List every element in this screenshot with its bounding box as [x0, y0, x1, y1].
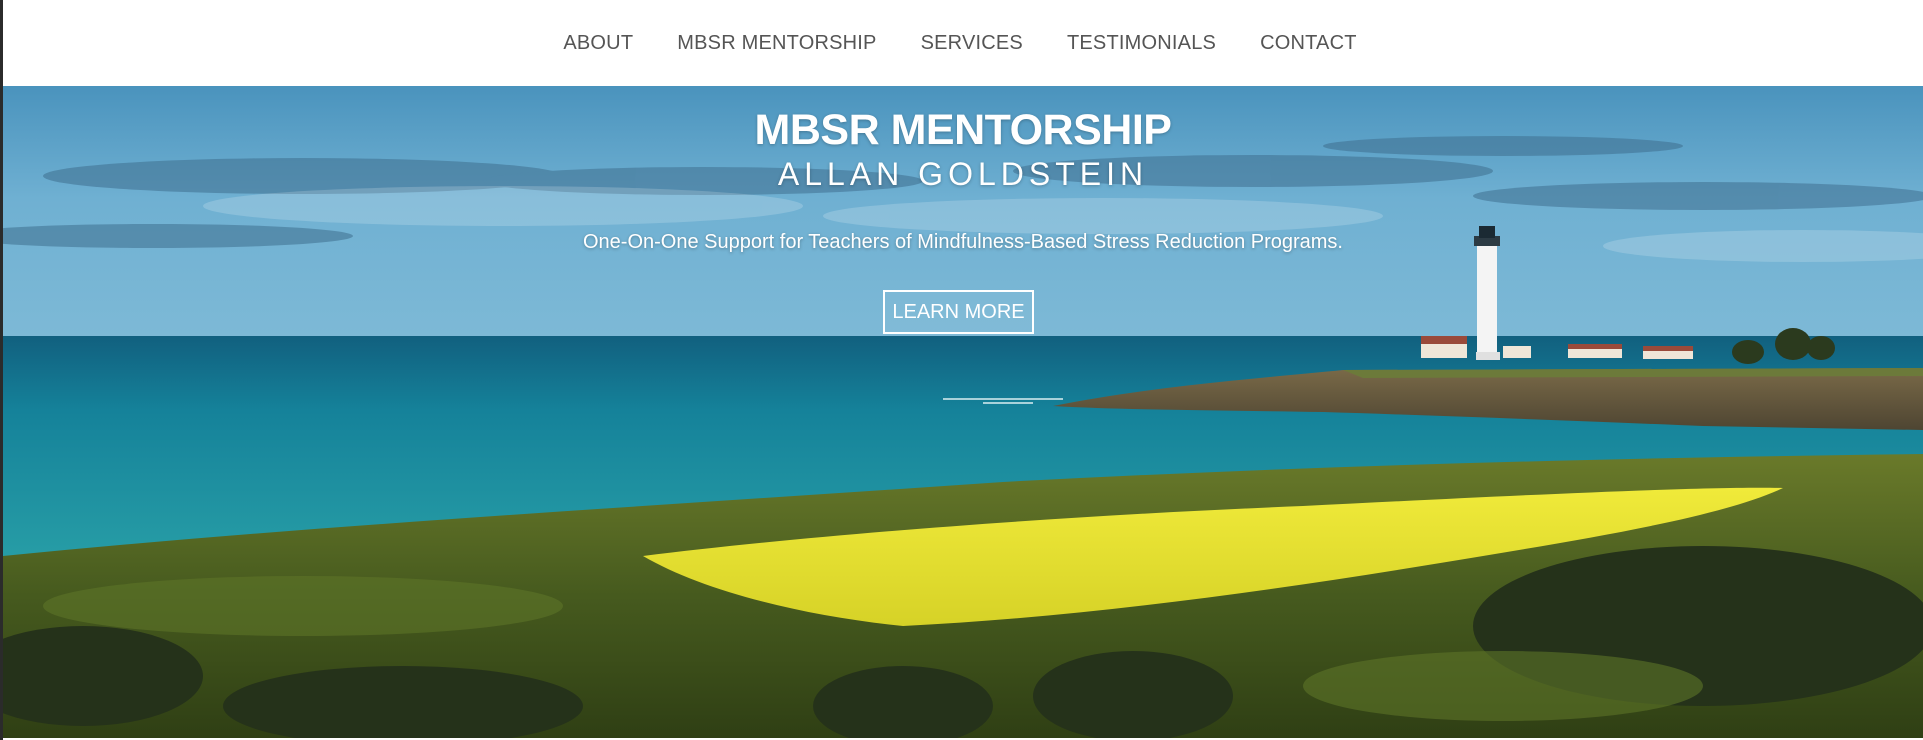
nav-item-testimonials[interactable]: TESTIMONIALS: [1067, 32, 1216, 55]
hero-section: MBSR MENTORSHIP ALLAN GOLDSTEIN One-On-O…: [3, 86, 1923, 738]
hero-title: MBSR MENTORSHIP: [754, 106, 1172, 154]
nav-item-mbsr-mentorship[interactable]: MBSR MENTORSHIP: [677, 32, 876, 55]
top-navigation: ABOUT MBSR MENTORSHIP SERVICES TESTIMONI…: [3, 0, 1923, 86]
nav-item-contact[interactable]: CONTACT: [1260, 32, 1357, 55]
nav-list: ABOUT MBSR MENTORSHIP SERVICES TESTIMONI…: [563, 32, 1356, 55]
nav-item-about[interactable]: ABOUT: [563, 32, 633, 55]
hero-subtitle: ALLAN GOLDSTEIN: [777, 156, 1149, 192]
learn-more-button[interactable]: LEARN MORE: [883, 290, 1034, 334]
hero-tagline: One-On-One Support for Teachers of Mindf…: [583, 231, 1343, 253]
nav-item-services[interactable]: SERVICES: [921, 32, 1023, 55]
